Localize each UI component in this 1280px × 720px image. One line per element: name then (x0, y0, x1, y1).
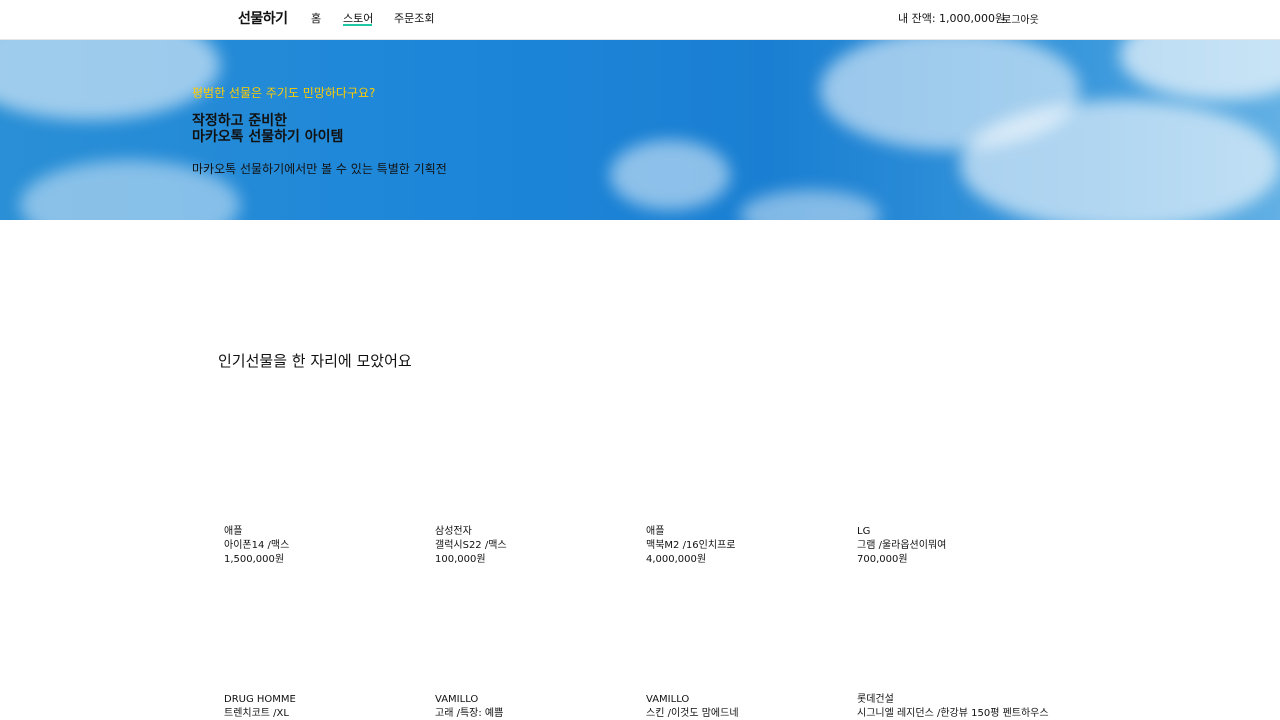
product-card[interactable]: VAMILLO 스킨 /이것도 맘에드네 (646, 693, 846, 720)
product-price: 1,500,000원 (224, 554, 285, 565)
product-card[interactable]: DRUG HOMME 트렌치코트 /XL (224, 693, 424, 720)
nav-home[interactable]: 홈 (311, 10, 321, 26)
product-name: 스킨 /이것도 맘에드네 (646, 708, 739, 719)
product-card[interactable]: 삼성전자 갤럭시S22 /맥스 100,000원 (435, 525, 635, 567)
product-card[interactable]: 애플 맥북M2 /16인치프로 4,000,000원 (646, 525, 846, 567)
logout-button[interactable]: 로그아웃 (1002, 11, 1039, 26)
balance-text: 내 잔액: 1,000,000원 (898, 12, 1006, 25)
product-brand: 롯데건설 (857, 694, 894, 705)
product-brand: 애플 (646, 526, 665, 537)
hero-eyebrow: 평범한 선물은 주기도 민망하다구요? (192, 86, 376, 100)
hero-title-line: 작정하고 준비한 (192, 113, 288, 129)
section-title: 인기선물을 한 자리에 모았어요 (218, 352, 412, 370)
cloud-decoration (960, 100, 1280, 220)
product-name: 갤럭시S22 /맥스 (435, 540, 507, 551)
product-card[interactable]: 롯데건설 시그니엘 레지던스 /한강뷰 150평 펜트하우스 (857, 693, 1057, 720)
hero-title: 작정하고 준비한 마카오톡 선물하기 아이템 (192, 113, 343, 145)
product-card[interactable]: VAMILLO 고래 /특장: 예쁨 (435, 693, 635, 720)
product-card[interactable]: LG 그램 /울라옵션이뭐여 700,000원 (857, 525, 1057, 567)
product-name: 그램 /울라옵션이뭐여 (857, 540, 947, 551)
nav-orders[interactable]: 주문조회 (394, 10, 434, 26)
product-price: 4,000,000원 (646, 554, 707, 565)
product-card[interactable]: 애플 아이폰14 /맥스 1,500,000원 (224, 525, 424, 567)
product-name: 시그니엘 레지던스 /한강뷰 150평 펜트하우스 (857, 708, 1049, 719)
product-brand: LG (857, 526, 871, 537)
product-price: 700,000원 (857, 554, 908, 565)
product-price: 100,000원 (435, 554, 486, 565)
product-brand: 애플 (224, 526, 243, 537)
cloud-decoration (0, 40, 220, 120)
cloud-decoration (1120, 40, 1280, 100)
top-header: 선물하기 홈 스토어 주문조회 내 잔액: 1,000,000원 로그아웃 (0, 0, 1280, 40)
product-brand: VAMILLO (435, 694, 479, 705)
cloud-decoration (740, 190, 880, 220)
hero-subtitle: 마카오톡 선물하기에서만 볼 수 있는 특별한 기획전 (192, 162, 447, 176)
cloud-decoration (610, 140, 730, 210)
hero-title-line: 마카오톡 선물하기 아이템 (192, 129, 344, 145)
product-brand: 삼성전자 (435, 526, 472, 537)
hero-banner: 평범한 선물은 주기도 민망하다구요? 작정하고 준비한 마카오톡 선물하기 아… (0, 40, 1280, 220)
brand-logo[interactable]: 선물하기 (238, 8, 288, 28)
product-brand: VAMILLO (646, 694, 690, 705)
product-name: 트렌치코트 /XL (224, 708, 289, 719)
product-name: 고래 /특장: 예쁨 (435, 708, 504, 719)
product-brand: DRUG HOMME (224, 694, 296, 705)
nav-active-indicator (343, 24, 372, 26)
product-name: 맥북M2 /16인치프로 (646, 540, 736, 551)
product-name: 아이폰14 /맥스 (224, 540, 290, 551)
